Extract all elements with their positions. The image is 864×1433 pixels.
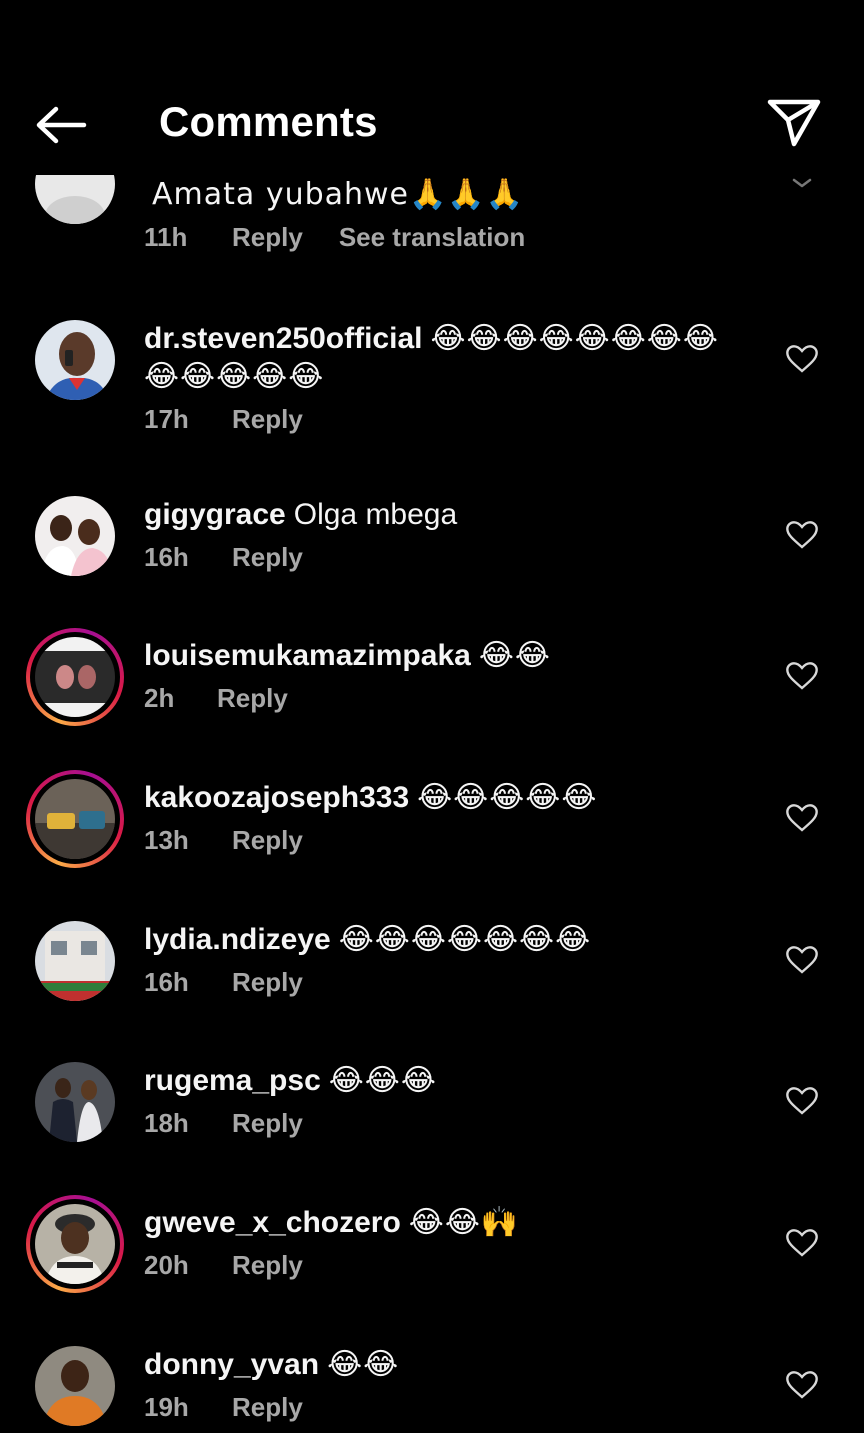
comment-time: 17h [144,404,189,434]
heart-icon[interactable] [786,520,818,550]
comment-username[interactable]: louisemukamazimpaka [144,639,471,672]
comment-time: 16h [144,542,189,572]
user-avatar [35,320,115,400]
comment-meta: 16h Reply [144,967,744,998]
comment-item: gweve_x_chozero 😂😂🙌 20h Reply [0,1195,864,1344]
comment-item: kakoozajoseph333 😂😂😂😂😂 13h Reply [0,770,864,919]
heart-icon[interactable] [786,661,818,691]
reply-button[interactable]: Reply [232,1392,303,1423]
header-bar: Comments [0,0,864,175]
comment-username[interactable]: kakoozajoseph333 [144,781,409,814]
comment-time: 2h [144,683,175,713]
comment-text: rugema_psc 😂😂😂 [144,1063,437,1098]
avatar[interactable] [26,770,124,868]
comment-item: rugema_psc 😂😂😂 18h Reply [0,1062,864,1202]
avatar[interactable] [35,1062,115,1142]
comment-list[interactable]: Amata yubahwe🙏🙏🙏 11h Reply See translati… [0,0,864,1433]
comment-time: 16h [144,967,189,997]
reply-button[interactable]: Reply [232,222,303,253]
reply-button[interactable]: Reply [232,1108,303,1139]
story-ring [26,1195,124,1293]
reply-button[interactable]: Reply [232,542,303,573]
user-avatar [35,496,115,576]
heart-icon[interactable] [786,1086,818,1116]
avatar[interactable] [26,628,124,726]
comment-text: louisemukamazimpaka 😂😂 [144,638,551,673]
comment-meta: 2h Reply [144,683,744,714]
comment-item: lydia.ndizeye 😂😂😂😂😂😂😂 16h Reply [0,921,864,1061]
comment-item: dr.steven250official 😂😂😂😂😂😂😂😂😂😂😂😂😂 17h Re… [0,320,864,460]
paper-plane-icon[interactable] [764,96,824,150]
comment-time: 13h [144,825,189,855]
comment-item: gigygrace Olga mbega 16h Reply [0,496,864,636]
comment-meta: 19h Reply [144,1392,744,1423]
comment-meta: 20h Reply [144,1250,744,1281]
heart-icon[interactable] [786,344,818,374]
reply-button[interactable]: Reply [232,404,303,435]
comment-username[interactable]: rugema_psc [144,1064,321,1097]
avatar[interactable] [35,496,115,576]
page-title: Comments [159,98,378,145]
comment-time: 20h [144,1250,189,1280]
reply-button[interactable]: Reply [232,825,303,856]
chevron-down-icon[interactable] [790,176,814,190]
reply-button[interactable]: Reply [217,683,288,714]
comment-text: Amata yubahwe🙏🙏🙏 [152,177,525,212]
heart-icon[interactable] [786,1370,818,1400]
comment-time: 18h [144,1108,189,1138]
arrow-left-icon[interactable] [30,100,92,150]
comment-time: 11h [144,222,188,252]
avatar[interactable] [26,1195,124,1293]
comment-username[interactable]: lydia.ndizeye [144,923,331,956]
avatar[interactable] [35,320,115,400]
comments-screen: Amata yubahwe🙏🙏🙏 11h Reply See translati… [0,0,864,1433]
reply-button[interactable]: Reply [232,967,303,998]
comment-text: lydia.ndizeye 😂😂😂😂😂😂😂 [144,922,592,957]
comment-username[interactable]: gweve_x_chozero [144,1206,401,1239]
heart-icon[interactable] [786,803,818,833]
avatar[interactable] [35,1346,115,1426]
comment-meta: 11h Reply See translation [144,222,744,253]
comment-text: donny_yvan 😂😂 [144,1347,400,1382]
avatar[interactable] [35,921,115,1001]
comment-meta: 13h Reply [144,825,744,856]
comment-item: donny_yvan 😂😂 19h Reply [0,1346,864,1433]
comment-meta: 16h Reply [144,542,744,573]
heart-icon[interactable] [786,1228,818,1258]
user-avatar [35,921,115,1001]
comment-meta: 17h Reply [144,404,744,435]
comment-text: dr.steven250official 😂😂😂😂😂😂😂😂😂😂😂😂😂 [144,321,719,394]
story-ring [26,770,124,868]
comment-text: gigygrace Olga mbega [144,498,458,531]
user-avatar [35,1346,115,1426]
story-ring [26,628,124,726]
comment-text: kakoozajoseph333 😂😂😂😂😂 [144,780,598,815]
user-avatar [35,1062,115,1142]
comment-username[interactable]: donny_yvan [144,1348,319,1381]
comment-time: 19h [144,1392,189,1422]
see-translation-button[interactable]: See translation [339,222,525,253]
comment-username[interactable]: dr.steven250official [144,322,422,355]
comment-item: louisemukamazimpaka 😂😂 2h Reply [0,628,864,777]
comment-username[interactable]: gigygrace [144,498,286,531]
comment-text: gweve_x_chozero 😂😂🙌 [144,1205,520,1240]
comment-meta: 18h Reply [144,1108,744,1139]
heart-icon[interactable] [786,945,818,975]
reply-button[interactable]: Reply [232,1250,303,1281]
